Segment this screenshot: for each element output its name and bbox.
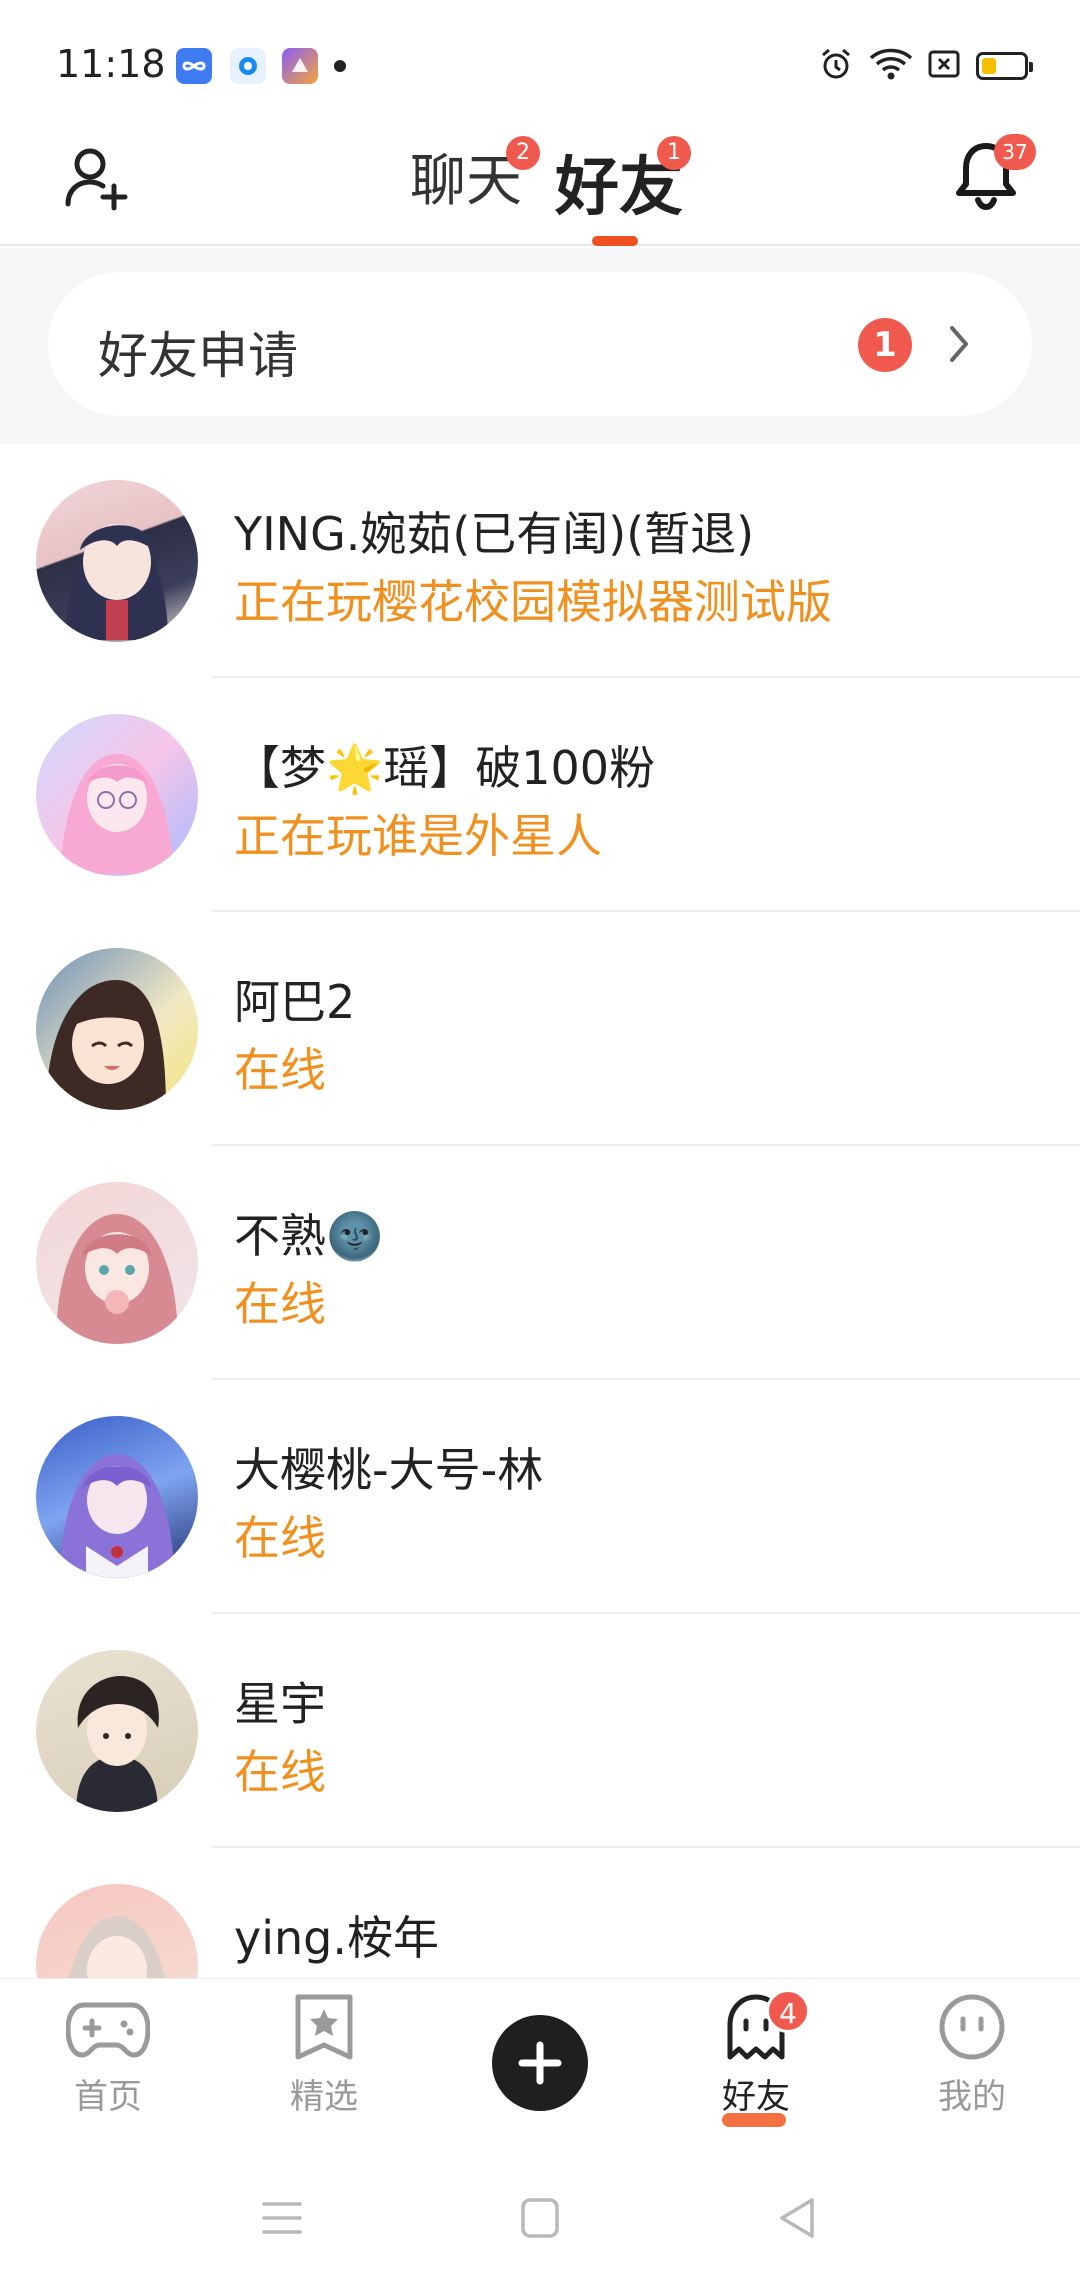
top-header: 聊天 2 好友 1	[0, 120, 1080, 246]
friend-status: 在线	[234, 1511, 326, 1565]
face-icon	[939, 1994, 1005, 2060]
plus-icon	[518, 2041, 562, 2085]
friend-status: 在线	[234, 1043, 326, 1097]
friend-status: 在线	[234, 1745, 326, 1799]
avatar[interactable]	[36, 948, 198, 1110]
add-friend-icon[interactable]	[62, 142, 132, 212]
nav-mine-label: 我的	[938, 2077, 1006, 2117]
friend-row[interactable]: 不熟🌚 在线	[0, 1146, 1080, 1380]
tab-chat-badge: 2	[506, 136, 540, 170]
friend-request-label: 好友申请	[98, 327, 298, 385]
status-bar: 11:18	[0, 0, 1080, 120]
friend-status: 正在玩谁是外星人	[234, 809, 602, 863]
battery-fill	[982, 58, 996, 74]
nav-home-label: 首页	[74, 2077, 142, 2117]
infinity-app-icon	[176, 48, 212, 84]
bottom-nav: 首页 精选 好友 4 我的	[0, 1978, 1080, 2148]
chevron-right-icon	[950, 326, 968, 362]
bell-badge: 37	[994, 134, 1036, 170]
friend-status: 在线	[234, 1970, 326, 1978]
friend-row[interactable]: 大樱桃-大号-林 在线	[0, 1380, 1080, 1614]
friend-row[interactable]: 【梦🌟瑶】破100粉 正在玩谁是外星人	[0, 678, 1080, 912]
home-square-icon[interactable]	[510, 2188, 570, 2248]
tab-friends[interactable]: 好友 1	[555, 136, 691, 228]
nav-friends-badge: 4	[766, 1989, 810, 2033]
friend-row[interactable]: YING.婉茹(已有闺)(暂退) 正在玩樱花校园模拟器测试版	[0, 444, 1080, 678]
avatar[interactable]	[36, 480, 198, 642]
friend-row[interactable]: ying.桉年 在线	[0, 1848, 1080, 1978]
friend-name: 阿巴2	[234, 975, 356, 1029]
friend-list: YING.婉茹(已有闺)(暂退) 正在玩樱花校园模拟器测试版 【梦🌟瑶】破100…	[0, 444, 1080, 1978]
friend-request-card[interactable]: 好友申请 1	[48, 272, 1032, 416]
friend-request-badge: 1	[858, 318, 912, 372]
nav-mine[interactable]: 我的	[892, 1991, 1052, 2141]
friend-status: 在线	[234, 1277, 326, 1331]
friend-row[interactable]: 星宇 在线	[0, 1614, 1080, 1848]
nav-featured[interactable]: 精选	[244, 1991, 404, 2141]
system-nav-bar	[0, 2148, 1080, 2280]
friend-row[interactable]: 阿巴2 在线	[0, 912, 1080, 1146]
friend-name: 不熟🌚	[234, 1209, 384, 1263]
avatar[interactable]	[36, 1182, 198, 1344]
gradient-app-icon	[282, 48, 318, 84]
notification-dot	[334, 60, 346, 72]
nav-friends-label: 好友	[722, 2077, 790, 2117]
nav-home[interactable]: 首页	[28, 1991, 188, 2141]
blue-circle-app-icon	[230, 48, 266, 84]
battery-icon	[976, 52, 1033, 80]
friend-name: 星宇	[234, 1677, 326, 1731]
friend-name: YING.婉茹(已有闺)(暂退)	[234, 507, 755, 561]
active-nav-indicator	[722, 2113, 786, 2127]
tab-friends-badge: 1	[657, 136, 691, 170]
back-triangle-icon[interactable]	[768, 2188, 828, 2248]
friend-name: 大樱桃-大号-林	[234, 1443, 544, 1497]
nav-featured-label: 精选	[290, 2077, 358, 2117]
friend-name: 【梦🌟瑶】破100粉	[234, 741, 656, 795]
tab-chat-label: 聊天	[410, 149, 522, 214]
status-time: 11:18	[56, 42, 166, 86]
sim-icon	[928, 50, 960, 78]
alarm-icon	[822, 48, 850, 79]
friend-name: ying.桉年	[234, 1911, 439, 1965]
friend-status: 正在玩樱花校园模拟器测试版	[234, 575, 832, 629]
tab-chat[interactable]: 聊天 2	[410, 136, 540, 217]
gamepad-icon	[66, 2002, 150, 2058]
avatar[interactable]	[36, 1650, 198, 1812]
active-tab-indicator	[592, 236, 638, 246]
star-bookmark-icon	[295, 1994, 353, 2060]
create-post-button[interactable]	[492, 2015, 588, 2111]
nav-friends[interactable]: 好友 4	[676, 1989, 836, 2141]
wifi-icon	[869, 48, 913, 80]
avatar[interactable]	[36, 1884, 198, 1978]
friend-request-section: 好友申请 1	[0, 248, 1080, 444]
avatar[interactable]	[36, 714, 198, 876]
avatar[interactable]	[36, 1416, 198, 1578]
menu-icon[interactable]	[252, 2188, 312, 2248]
